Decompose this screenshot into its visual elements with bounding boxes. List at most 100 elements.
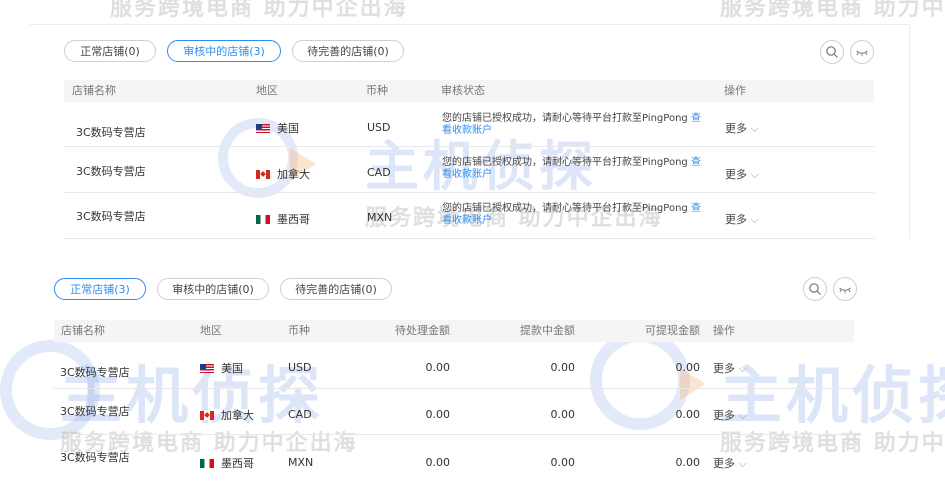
region-label: 墨西哥	[221, 457, 254, 470]
region-cell: 墨西哥	[200, 455, 254, 471]
header-actions: 操作	[713, 324, 735, 337]
row-divider	[64, 146, 874, 147]
ca-flag-icon	[200, 410, 214, 420]
header-currency: 币种	[288, 324, 310, 337]
more-actions-button[interactable]: 更多 ⌵	[713, 360, 747, 376]
row-divider	[54, 434, 854, 435]
more-label: 更多	[725, 122, 747, 135]
table-header: 店铺名称 地区 币种 审核状态 操作	[64, 80, 874, 102]
review-status: 您的店铺已授权成功，请耐心等待平台打款至PingPong 查 看收款账户	[442, 113, 704, 137]
tab-incomplete-stores[interactable]: 待完善的店铺(0)	[292, 40, 404, 62]
eye-closed-icon	[839, 287, 851, 294]
search-icon	[809, 283, 821, 295]
view-account-link[interactable]: 看收款账户	[442, 125, 492, 136]
header-available-amount: 可提现金额	[645, 324, 700, 337]
available-amount: 0.00	[675, 408, 701, 421]
view-account-link[interactable]: 看收款账户	[442, 215, 492, 226]
more-actions-button[interactable]: 更多 ⌵	[725, 120, 759, 136]
withdrawing-amount: 0.00	[550, 361, 576, 374]
header-withdrawing-amount: 提款中金额	[520, 324, 575, 337]
store-name: 3C数码专营店	[60, 405, 130, 418]
search-button[interactable]	[803, 277, 827, 301]
status-text: 您的店铺已授权成功，请耐心等待平台打款至PingPong	[442, 113, 688, 124]
more-actions-button[interactable]: 更多 ⌵	[725, 211, 759, 227]
watermark-brand: 主机侦探	[60, 359, 325, 432]
view-account-link[interactable]: 查	[691, 113, 701, 124]
store-name: 3C数码专营店	[60, 451, 130, 464]
mx-flag-icon	[256, 214, 270, 224]
region-label: 加拿大	[277, 168, 310, 181]
chevron-down-icon: ⌵	[750, 168, 759, 181]
search-icon	[826, 46, 838, 58]
available-amount: 0.00	[675, 361, 701, 374]
chevron-down-icon: ⌵	[750, 213, 759, 226]
header-store-name: 店铺名称	[72, 84, 116, 97]
tab-reviewing-stores[interactable]: 审核中的店铺(0)	[157, 278, 269, 300]
header-currency: 币种	[366, 84, 388, 97]
header-store-name: 店铺名称	[61, 324, 105, 337]
available-amount: 0.00	[675, 456, 701, 469]
tab-reviewing-stores[interactable]: 审核中的店铺(3)	[167, 40, 281, 62]
store-name: 3C数码专营店	[76, 165, 146, 178]
chevron-down-icon: ⌵	[750, 122, 759, 135]
more-label: 更多	[725, 168, 747, 181]
more-label: 更多	[725, 213, 747, 226]
more-actions-button[interactable]: 更多 ⌵	[713, 407, 747, 423]
header-region: 地区	[200, 324, 222, 337]
review-status: 您的店铺已授权成功，请耐心等待平台打款至PingPong 查 看收款账户	[442, 157, 704, 181]
store-name: 3C数码专营店	[76, 126, 146, 139]
us-flag-icon	[200, 363, 214, 373]
view-account-link[interactable]: 查	[691, 157, 701, 168]
row-divider	[54, 388, 854, 389]
chevron-down-icon: ⌵	[738, 362, 747, 375]
search-button[interactable]	[820, 40, 844, 64]
tab-incomplete-stores[interactable]: 待完善的店铺(0)	[280, 278, 392, 300]
row-divider	[64, 192, 874, 193]
more-actions-button[interactable]: 更多 ⌵	[725, 166, 759, 182]
more-actions-button[interactable]: 更多 ⌵	[713, 455, 747, 471]
eye-closed-icon	[856, 50, 868, 57]
region-cell: 墨西哥	[256, 211, 310, 227]
table-header: 店铺名称 地区 币种 待处理金额 提款中金额 可提现金额 操作	[54, 320, 854, 342]
header-pending-amount: 待处理金额	[395, 324, 450, 337]
header-review-status: 审核状态	[441, 84, 485, 97]
tab-normal-stores[interactable]: 正常店铺(0)	[64, 40, 156, 62]
more-label: 更多	[713, 457, 735, 470]
header-actions: 操作	[724, 84, 746, 97]
status-text: 您的店铺已授权成功，请耐心等待平台打款至PingPong	[442, 157, 688, 168]
chevron-down-icon: ⌵	[738, 409, 747, 422]
region-cell: 美国	[256, 120, 299, 136]
region-label: 美国	[277, 122, 299, 135]
currency: CAD	[288, 408, 312, 421]
region-label: 墨西哥	[277, 213, 310, 226]
pending-amount: 0.00	[425, 456, 451, 469]
us-flag-icon	[256, 123, 270, 133]
review-status: 您的店铺已授权成功，请耐心等待平台打款至PingPong 查 看收款账户	[442, 203, 704, 227]
store-name: 3C数码专营店	[60, 366, 130, 379]
status-text: 您的店铺已授权成功，请耐心等待平台打款至PingPong	[442, 203, 688, 214]
withdrawing-amount: 0.00	[550, 456, 576, 469]
more-label: 更多	[713, 409, 735, 422]
ca-flag-icon	[256, 169, 270, 179]
chevron-down-icon: ⌵	[738, 457, 747, 470]
currency: MXN	[288, 456, 314, 469]
region-cell: 美国	[200, 360, 243, 376]
panel-border-right	[909, 24, 910, 239]
view-account-link[interactable]: 看收款账户	[442, 169, 492, 180]
region-label: 美国	[221, 362, 243, 375]
store-name: 3C数码专营店	[76, 210, 146, 223]
toggle-visibility-button[interactable]	[833, 277, 857, 301]
row-divider	[64, 238, 874, 239]
pending-amount: 0.00	[425, 408, 451, 421]
watermark-brand: 主机侦探	[720, 359, 945, 432]
tab-normal-stores[interactable]: 正常店铺(3)	[54, 278, 146, 300]
currency: USD	[367, 121, 391, 134]
watermark-slogan: 服务跨境电商 助力中企出海	[110, 0, 408, 21]
withdrawing-amount: 0.00	[550, 408, 576, 421]
pending-amount: 0.00	[425, 361, 451, 374]
currency: MXN	[367, 211, 393, 224]
watermark-slogan: 服务跨境电商 助力中企出海	[720, 0, 945, 21]
view-account-link[interactable]: 查	[691, 203, 701, 214]
toggle-visibility-button[interactable]	[850, 40, 874, 64]
region-cell: 加拿大	[200, 407, 254, 423]
